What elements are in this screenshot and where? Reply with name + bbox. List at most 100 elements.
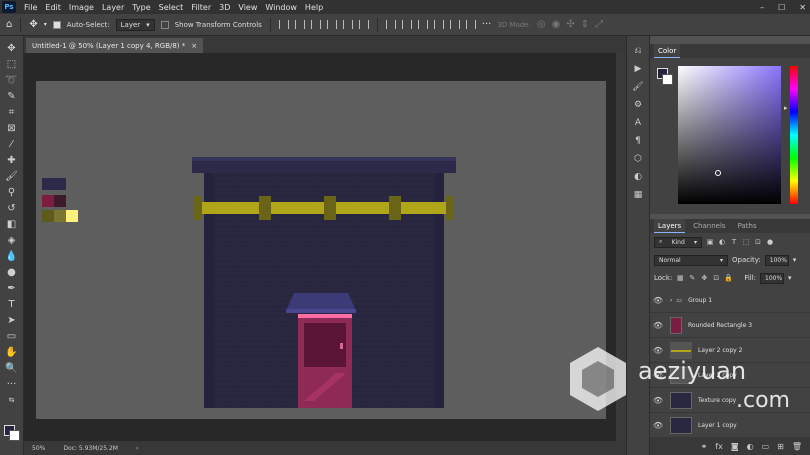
distribute-right-icon[interactable] bbox=[465, 20, 476, 29]
close-button[interactable]: ✕ bbox=[799, 3, 806, 12]
document-canvas[interactable] bbox=[36, 81, 606, 419]
actions-icon[interactable]: ▶ bbox=[631, 62, 645, 76]
path-select-tool-icon[interactable]: ➤ bbox=[4, 312, 20, 328]
filter-adjustment-icon[interactable]: ◐ bbox=[718, 238, 726, 246]
menu-window[interactable]: Window bbox=[261, 3, 301, 12]
blur-tool-icon[interactable]: 💧 bbox=[4, 248, 20, 264]
folder-icon[interactable]: ▭ bbox=[762, 442, 770, 451]
visibility-eye-icon[interactable]: 👁 bbox=[650, 396, 666, 405]
color-picker-handle[interactable] bbox=[715, 170, 721, 176]
frame-tool-icon[interactable]: ⊠ bbox=[4, 120, 20, 136]
canvas-scrollbar[interactable] bbox=[616, 53, 626, 441]
minimize-button[interactable]: – bbox=[760, 3, 764, 12]
filter-type-icon[interactable]: T bbox=[730, 238, 738, 246]
chevron-down-icon[interactable]: ▾ bbox=[44, 21, 47, 28]
auto-select-dropdown[interactable]: Layer ▾ bbox=[115, 18, 155, 31]
hue-slider-arrow-icon[interactable]: ▸ bbox=[784, 104, 788, 112]
chevron-right-icon[interactable]: › bbox=[670, 297, 672, 304]
visibility-eye-icon[interactable]: 👁 bbox=[650, 296, 666, 305]
document-tab[interactable]: Untitled-1 @ 50% (Layer 1 copy 4, RGB/8)… bbox=[26, 38, 204, 53]
chevron-down-icon[interactable]: ▾ bbox=[793, 256, 797, 264]
chevron-down-icon[interactable]: ▾ bbox=[788, 274, 792, 282]
menu-help[interactable]: Help bbox=[301, 3, 327, 12]
tab-layers[interactable]: Layers bbox=[654, 219, 686, 233]
move-tool-icon[interactable]: ✥ bbox=[4, 40, 20, 56]
layer-row[interactable]: 👁 Texture copy bbox=[650, 388, 810, 413]
distribute-middle-icon[interactable] bbox=[401, 20, 412, 29]
swap-colors-icon[interactable]: ⇆ bbox=[4, 392, 20, 408]
trash-icon[interactable]: 🗑 bbox=[792, 442, 802, 451]
3d-slide-icon[interactable]: ⇕ bbox=[581, 19, 589, 30]
healing-brush-tool-icon[interactable]: ✚ bbox=[4, 152, 20, 168]
blend-mode-dropdown[interactable]: Normal ▾ bbox=[654, 254, 728, 266]
color-picker-field[interactable] bbox=[678, 66, 781, 204]
filter-pixel-icon[interactable]: ▣ bbox=[706, 238, 714, 246]
show-transform-checkbox[interactable] bbox=[160, 20, 169, 29]
marquee-tool-icon[interactable]: ⬚ bbox=[4, 56, 20, 72]
new-layer-icon[interactable]: ⊞ bbox=[777, 442, 784, 451]
menu-file[interactable]: File bbox=[20, 3, 41, 12]
move-tool-icon[interactable]: ✥ bbox=[29, 19, 37, 30]
visibility-eye-icon[interactable]: 👁 bbox=[650, 321, 666, 330]
adjustments-icon[interactable]: ⚙ bbox=[631, 98, 645, 112]
filter-smart-object-icon[interactable]: ⊡ bbox=[754, 238, 762, 246]
menu-layer[interactable]: Layer bbox=[98, 3, 128, 12]
layer-row[interactable]: 👁 Rounded Rectangle 3 bbox=[650, 313, 810, 338]
history-icon[interactable]: ⎌ bbox=[631, 44, 645, 58]
shape-tool-icon[interactable]: ▭ bbox=[4, 328, 20, 344]
crop-tool-icon[interactable]: ⌗ bbox=[4, 104, 20, 120]
zoom-level[interactable]: 50% bbox=[32, 445, 45, 452]
dodge-tool-icon[interactable]: ● bbox=[4, 264, 20, 280]
more-icon[interactable]: ··· bbox=[482, 19, 492, 30]
paint-bucket-tool-icon[interactable]: ◈ bbox=[4, 232, 20, 248]
align-top-icon[interactable] bbox=[278, 20, 289, 29]
status-arrow[interactable]: › bbox=[136, 445, 138, 452]
maximize-button[interactable]: ☐ bbox=[778, 3, 785, 12]
align-left-icon[interactable] bbox=[326, 20, 337, 29]
brush-settings-icon[interactable]: 🖌 bbox=[631, 80, 645, 94]
fill-field[interactable]: 100% bbox=[760, 272, 785, 284]
lock-position-icon[interactable]: ✥ bbox=[700, 274, 708, 282]
menu-view[interactable]: View bbox=[234, 3, 261, 12]
distribute-center-icon[interactable] bbox=[449, 20, 460, 29]
auto-select-checkbox[interactable] bbox=[52, 20, 61, 29]
quick-select-tool-icon[interactable]: ✎ bbox=[4, 88, 20, 104]
clone-stamp-tool-icon[interactable]: ⚲ bbox=[4, 184, 20, 200]
tab-color[interactable]: Color bbox=[654, 44, 681, 58]
lock-transparent-icon[interactable]: ▦ bbox=[676, 274, 684, 282]
distribute-left-icon[interactable] bbox=[433, 20, 444, 29]
pen-tool-icon[interactable]: ✒ bbox=[4, 280, 20, 296]
menu-select[interactable]: Select bbox=[155, 3, 188, 12]
mask-icon[interactable]: ◙ bbox=[731, 442, 739, 451]
3d-scale-icon[interactable]: ⤢ bbox=[595, 19, 603, 30]
history-brush-tool-icon[interactable]: ↺ bbox=[4, 200, 20, 216]
menu-edit[interactable]: Edit bbox=[41, 3, 65, 12]
brush-tool-icon[interactable]: 🖌 bbox=[4, 168, 20, 184]
lock-image-icon[interactable]: ✎ bbox=[688, 274, 696, 282]
adjustment-icon[interactable]: ◐ bbox=[747, 442, 754, 451]
opacity-field[interactable]: 100% bbox=[764, 254, 789, 266]
libraries-icon[interactable]: ▦ bbox=[631, 188, 645, 202]
menu-filter[interactable]: Filter bbox=[187, 3, 215, 12]
layer-row[interactable]: 👁 Layer 2 copy bbox=[650, 363, 810, 388]
tab-paths[interactable]: Paths bbox=[734, 219, 761, 233]
filter-toggle-icon[interactable]: ● bbox=[766, 238, 774, 246]
home-icon[interactable]: ⌂ bbox=[6, 19, 12, 30]
more-tools-icon[interactable]: ··· bbox=[4, 376, 20, 392]
color-panel-background-swatch[interactable] bbox=[662, 74, 673, 85]
properties-icon[interactable]: ◐ bbox=[631, 170, 645, 184]
tab-channels[interactable]: Channels bbox=[689, 219, 729, 233]
lasso-tool-icon[interactable]: ➰ bbox=[4, 72, 20, 88]
menu-3d[interactable]: 3D bbox=[215, 3, 234, 12]
background-color-swatch[interactable] bbox=[9, 430, 20, 441]
layer-row[interactable]: 👁 › ▭ Group 1 bbox=[650, 288, 810, 313]
character-icon[interactable]: A bbox=[631, 116, 645, 130]
3d-icon[interactable]: ⬡ bbox=[631, 152, 645, 166]
visibility-eye-icon[interactable]: 👁 bbox=[650, 421, 666, 430]
distribute-bottom-icon[interactable] bbox=[417, 20, 428, 29]
distribute-top-icon[interactable] bbox=[385, 20, 396, 29]
menu-type[interactable]: Type bbox=[128, 3, 154, 12]
align-center-icon[interactable] bbox=[342, 20, 353, 29]
filter-shape-icon[interactable]: ⬚ bbox=[742, 238, 750, 246]
eyedropper-tool-icon[interactable]: ⁄ bbox=[4, 136, 20, 152]
